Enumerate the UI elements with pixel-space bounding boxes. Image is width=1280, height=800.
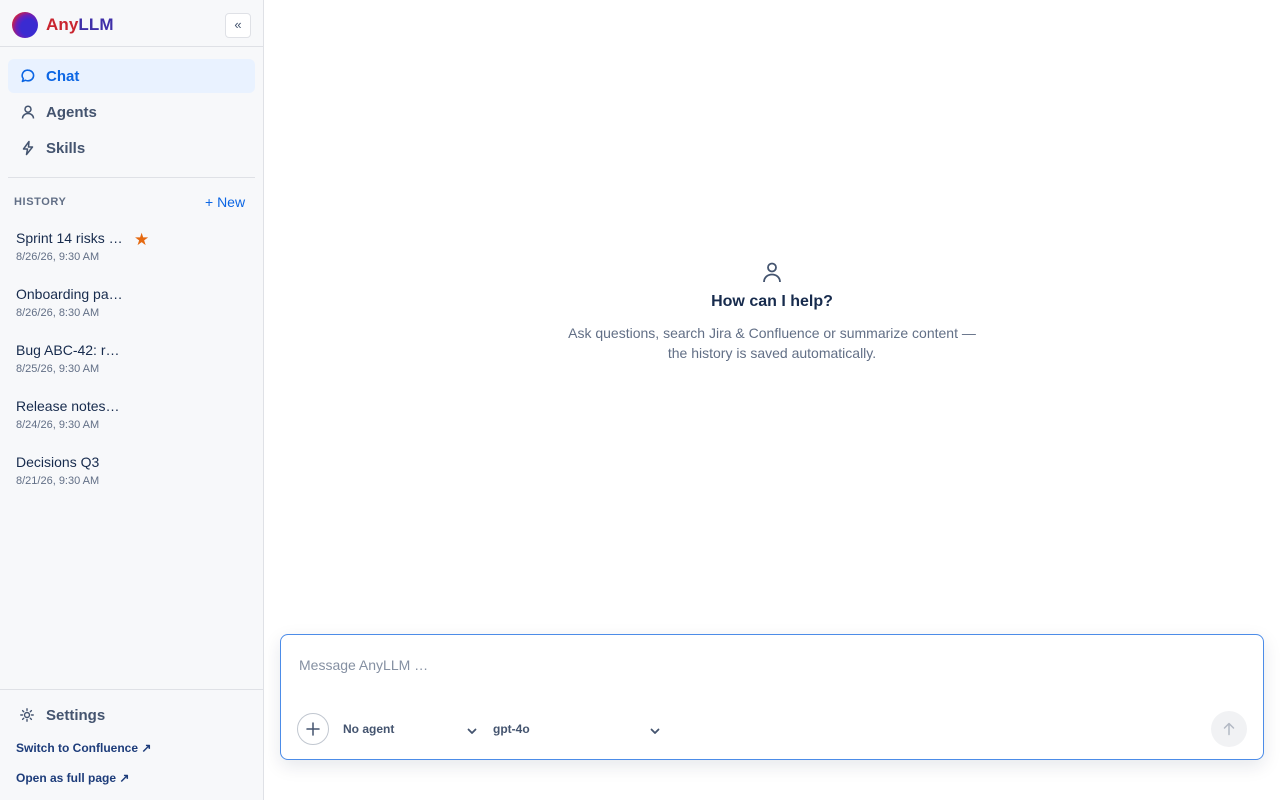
history-item-title: Sprint 14 risks … xyxy=(16,230,123,246)
history-item[interactable]: Onboarding pa… 8/26/26, 8:30 AM xyxy=(8,286,255,334)
empty-state-title: How can I help? xyxy=(711,293,833,310)
nav-item-label: Chat xyxy=(46,68,80,85)
nav-item-chat[interactable]: Chat xyxy=(8,59,255,93)
history-item[interactable]: Release notes… 8/24/26, 9:30 AM xyxy=(8,398,255,446)
new-chat-button[interactable]: + New xyxy=(205,194,245,210)
history-item[interactable]: Decisions Q3 8/21/26, 9:30 AM xyxy=(8,454,255,502)
empty-state: How can I help? Ask questions, search Ji… xyxy=(264,260,1280,363)
history-item-title: Release notes… xyxy=(16,398,120,414)
switch-to-confluence-link[interactable]: Switch to Confluence ↗ xyxy=(16,741,151,755)
empty-state-subtitle: Ask questions, search Jira & Confluence … xyxy=(568,325,976,361)
chevron-down-icon xyxy=(467,728,477,734)
history-heading: HISTORY xyxy=(14,196,67,208)
message-input[interactable] xyxy=(299,657,1199,673)
model-select[interactable]: gpt-4o xyxy=(493,721,663,739)
sidebar-divider xyxy=(8,177,255,178)
history-item-title: Decisions Q3 xyxy=(16,454,100,470)
history-item-date: 8/26/26, 8:30 AM xyxy=(16,307,100,319)
arrow-up-icon xyxy=(1223,722,1235,736)
plus-icon xyxy=(306,722,320,736)
nav-item-label: Skills xyxy=(46,140,86,157)
sidebar-footer-divider xyxy=(0,689,263,690)
model-select-value: gpt-4o xyxy=(493,722,530,736)
history-item-title: Bug ABC-42: r… xyxy=(16,342,120,358)
settings-label: Settings xyxy=(46,707,106,724)
history-item-date: 8/25/26, 9:30 AM xyxy=(16,363,100,375)
chevron-down-icon xyxy=(650,728,660,734)
app-title: AnyLLM xyxy=(46,15,114,34)
nav-item-skills[interactable]: Skills xyxy=(8,131,255,165)
history-item-date: 8/24/26, 9:30 AM xyxy=(16,419,100,431)
send-button[interactable] xyxy=(1211,711,1247,747)
gear-icon xyxy=(20,708,34,722)
brand-header: AnyLLM « xyxy=(0,0,263,47)
history-item[interactable]: Bug ABC-42: r… 8/25/26, 9:30 AM xyxy=(8,342,255,390)
person-icon xyxy=(21,105,35,119)
history-item[interactable]: Sprint 14 risks … 8/26/26, 9:30 AM ★ xyxy=(8,230,255,278)
lightning-icon xyxy=(22,140,34,156)
sidebar: AnyLLM « Chat Agents Skills HISTORY + Ne… xyxy=(0,0,264,800)
collapse-sidebar-button[interactable]: « xyxy=(225,13,251,38)
open-full-page-link[interactable]: Open as full page ↗ xyxy=(16,771,129,785)
anyllm-logo xyxy=(12,12,38,38)
person-icon xyxy=(763,262,781,283)
nav-item-agents[interactable]: Agents xyxy=(8,95,255,129)
history-item-title: Onboarding pa… xyxy=(16,286,123,302)
star-icon[interactable]: ★ xyxy=(134,230,149,250)
chat-bubble-icon xyxy=(21,69,35,83)
agent-select-value: No agent xyxy=(343,722,395,736)
history-item-date: 8/21/26, 9:30 AM xyxy=(16,475,100,487)
agent-select[interactable]: No agent xyxy=(343,721,479,739)
attach-button[interactable] xyxy=(297,713,329,745)
nav-item-label: Agents xyxy=(46,104,97,121)
message-composer: No agent gpt-4o xyxy=(280,634,1264,760)
history-item-date: 8/26/26, 9:30 AM xyxy=(16,251,100,263)
settings-button[interactable]: Settings xyxy=(8,702,255,728)
